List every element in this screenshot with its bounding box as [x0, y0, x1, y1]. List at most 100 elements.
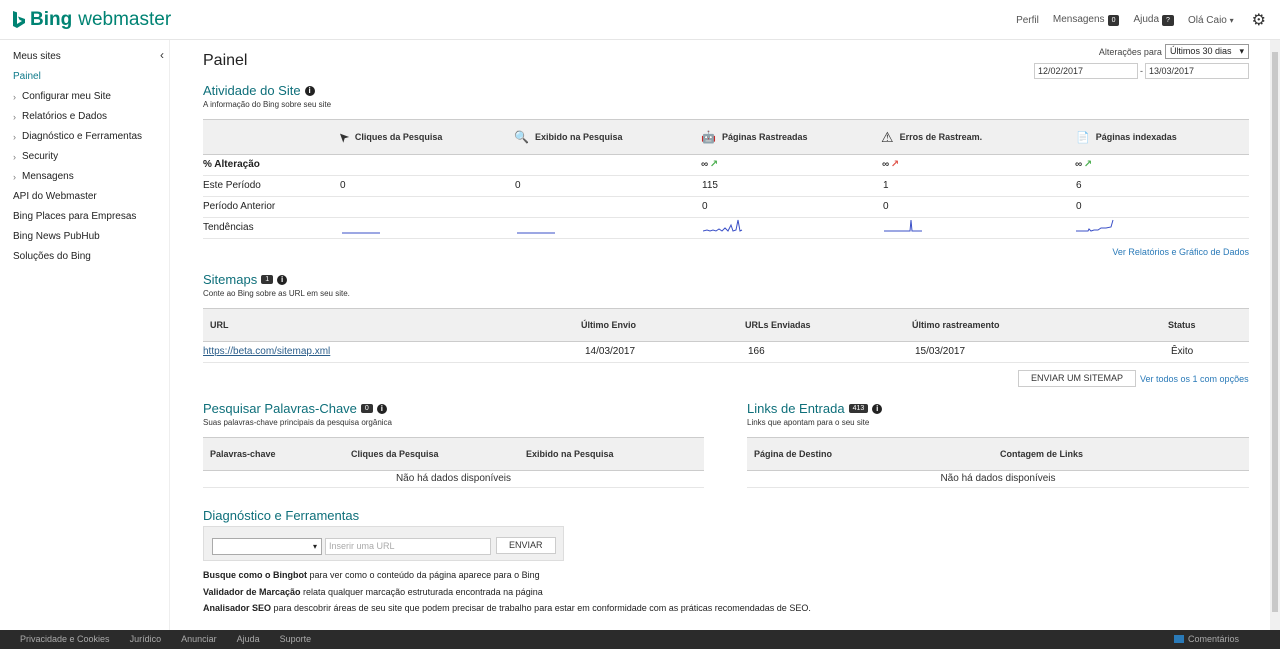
date-from-field[interactable]: 12/02/2017	[1034, 63, 1138, 79]
sparkline-impressions	[517, 232, 555, 234]
date-range-controls: Alterações para Últimos 30 dias ▾ 12/02/2…	[1034, 44, 1249, 79]
column-header-label: Exibido na Pesquisa	[534, 132, 623, 142]
row-change: % Alteração ∞ ↗ ∞ ↗ ∞ ↗	[203, 155, 1249, 176]
gear-icon[interactable]: ⚙	[1252, 10, 1266, 30]
info-icon[interactable]: i	[304, 85, 315, 96]
column-header-crawled: 🤖 Páginas Rastreadas	[701, 120, 808, 154]
user-menu[interactable]: Olá Caio ▾	[1188, 15, 1234, 26]
document-icon: 📄	[1076, 131, 1090, 144]
date-separator: -	[1140, 66, 1143, 76]
page-title: Painel	[203, 52, 248, 69]
sidebar-item-api[interactable]: API do Webmaster	[13, 190, 142, 210]
section-subtitle: Conte ao Bing sobre as URL em seu site.	[203, 289, 350, 298]
sidebar-item-relatorios[interactable]: › Relatórios e Dados	[13, 110, 142, 130]
tool-select[interactable]: ▾	[212, 538, 322, 555]
count-badge: 0	[360, 404, 373, 413]
column-header-keyword: Palavras-chave	[210, 449, 276, 459]
submit-url-button[interactable]: ENVIAR	[496, 537, 556, 554]
no-data-message: Não há dados disponíveis	[203, 471, 704, 488]
messages-count-badge: 0	[1107, 15, 1120, 26]
bing-webmaster-logo[interactable]: Bing webmaster	[12, 9, 171, 31]
section-title: Diagnóstico e Ferramentas	[203, 508, 360, 523]
submit-sitemap-button[interactable]: ENVIAR UM SITEMAP	[1018, 370, 1137, 387]
change-crawled: ∞ ↗	[701, 159, 718, 170]
feedback-label: Comentários	[1187, 634, 1239, 644]
infinity-value: ∞	[1075, 159, 1082, 170]
sidebar-item-painel[interactable]: Painel	[13, 70, 142, 90]
help-link[interactable]: Ajuda?	[1133, 14, 1174, 26]
sidebar: ‹ Meus sites Painel › Configurar meu Site…	[0, 40, 170, 630]
sidebar-item-bing-places[interactable]: Bing Places para Empresas	[13, 210, 142, 230]
sidebar-item-label: Bing Places para Empresas	[13, 211, 137, 222]
arrow-up-icon: ↗	[709, 159, 719, 170]
sidebar-item-label: Bing News PubHub	[13, 231, 100, 242]
collapse-sidebar-icon[interactable]: ‹	[160, 48, 164, 62]
feedback-button[interactable]: Comentários	[1173, 634, 1239, 644]
footer-links: Privacidade e Cookies Jurídico Anunciar …	[20, 634, 311, 644]
range-select[interactable]: Últimos 30 dias ▾	[1164, 44, 1249, 59]
footer-link-privacy[interactable]: Privacidade e Cookies	[20, 634, 110, 644]
sitemap-urls-sent: 166	[748, 346, 765, 357]
column-header-label: Páginas indexadas	[1095, 132, 1177, 142]
messages-label: Mensagens	[1052, 14, 1105, 25]
section-subtitle: Suas palavras-chave principais da pesqui…	[203, 418, 392, 427]
cursor-icon: ➤	[333, 128, 353, 147]
info-icon[interactable]: i	[277, 274, 288, 285]
info-icon[interactable]: i	[376, 403, 387, 414]
description-line: Analisador SEO para descobrir áreas de s…	[203, 603, 811, 620]
sparkline-line	[703, 219, 743, 232]
info-icon[interactable]: i	[872, 403, 883, 414]
footer-link-support[interactable]: Suporte	[280, 634, 312, 644]
sitemaps-table-header: URL Último Envio URLs Enviadas Último ra…	[203, 308, 1249, 342]
current-indexed: 6	[1076, 180, 1082, 191]
messages-link[interactable]: Mensagens 0	[1053, 14, 1120, 26]
view-all-sitemaps-link[interactable]: Ver todos os 1 com opções	[1140, 374, 1249, 384]
sidebar-item-label: Meus sites	[13, 51, 61, 62]
diagnostics-descriptions: Busque como o Bingbot para ver como o co…	[203, 570, 811, 620]
footer-link-legal[interactable]: Jurídico	[130, 634, 162, 644]
scrollbar-thumb[interactable]	[1272, 52, 1278, 612]
sidebar-item-solucoes[interactable]: Soluções do Bing	[13, 250, 142, 270]
tool-name-fetch[interactable]: Busque como o Bingbot	[203, 570, 307, 580]
footer: Privacidade e Cookies Jurídico Anunciar …	[0, 630, 1280, 649]
column-header-clicks: ➤ Cliques da Pesquisa	[334, 120, 442, 154]
row-previous: Período Anterior 0 0 0	[203, 197, 1249, 218]
footer-link-help[interactable]: Ajuda	[237, 634, 260, 644]
url-input[interactable]: Inserir uma URL	[325, 538, 491, 555]
vertical-scrollbar[interactable]	[1270, 40, 1280, 630]
diagnostics-tool-bar: ▾ Inserir uma URL ENVIAR	[203, 526, 564, 561]
chevron-right-icon: ›	[13, 92, 16, 102]
range-select-value: Últimos 30 dias	[1169, 46, 1232, 56]
tool-name-markup[interactable]: Validador de Marcação	[203, 587, 301, 597]
row-label: Período Anterior	[203, 201, 276, 212]
current-impressions: 0	[515, 180, 521, 191]
profile-link[interactable]: Perfil	[1016, 15, 1039, 26]
footer-link-advertise[interactable]: Anunciar	[181, 634, 217, 644]
column-header-errors: ⚠ Erros de Rastream.	[881, 120, 982, 154]
sidebar-item-label: Soluções do Bing	[13, 251, 91, 262]
sidebar-item-news-pubhub[interactable]: Bing News PubHub	[13, 230, 142, 250]
chevron-right-icon: ›	[13, 172, 16, 182]
date-to-field[interactable]: 13/03/2017	[1145, 63, 1249, 79]
sidebar-item-label: API do Webmaster	[13, 191, 97, 202]
sidebar-item-diagnostico[interactable]: › Diagnóstico e Ferramentas	[13, 130, 142, 150]
sitemap-url-link[interactable]: https://beta.com/sitemap.xml	[203, 346, 330, 357]
keywords-table-header: Palavras-chave Cliques da Pesquisa Exibi…	[203, 437, 704, 471]
chevron-right-icon: ›	[13, 152, 16, 162]
view-reports-link[interactable]: Ver Relatórios e Gráfico de Dados	[1112, 247, 1249, 257]
sidebar-item-mensagens[interactable]: › Mensagens	[13, 170, 142, 190]
sidebar-item-configurar[interactable]: › Configurar meu Site	[13, 90, 142, 110]
sidebar-item-meus-sites[interactable]: Meus sites	[13, 50, 142, 70]
sidebar-item-security[interactable]: › Security	[13, 150, 142, 170]
row-trends: Tendências	[203, 218, 1249, 239]
column-header-count: Contagem de Links	[1000, 449, 1084, 459]
tool-name-seo[interactable]: Analisador SEO	[203, 603, 271, 613]
chevron-down-icon: ▾	[1229, 15, 1234, 25]
table-row: https://beta.com/sitemap.xml 14/03/2017 …	[203, 342, 1249, 363]
column-header-last-sent: Último Envio	[581, 320, 637, 330]
sparkline-line	[1076, 219, 1114, 232]
sparkline-indexed	[1076, 219, 1114, 232]
row-label: % Alteração	[203, 159, 260, 170]
description-text: para descobrir áreas de seu site que pod…	[271, 603, 811, 613]
current-errors: 1	[883, 180, 889, 191]
